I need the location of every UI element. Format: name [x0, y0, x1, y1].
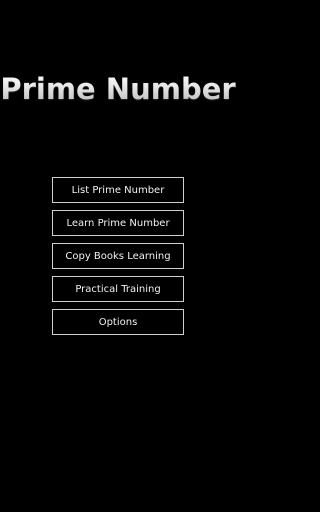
practical-training-button[interactable]: Practical Training [52, 276, 184, 302]
learn-prime-number-button[interactable]: Learn Prime Number [52, 210, 184, 236]
options-button[interactable]: Options [52, 309, 184, 335]
list-prime-number-button[interactable]: List Prime Number [52, 177, 184, 203]
app-title: Prime Number [0, 72, 236, 106]
main-screen: Prime Number List Prime Number Learn Pri… [0, 0, 236, 512]
copy-books-learning-button[interactable]: Copy Books Learning [52, 243, 184, 269]
main-menu: List Prime Number Learn Prime Number Cop… [52, 177, 184, 342]
